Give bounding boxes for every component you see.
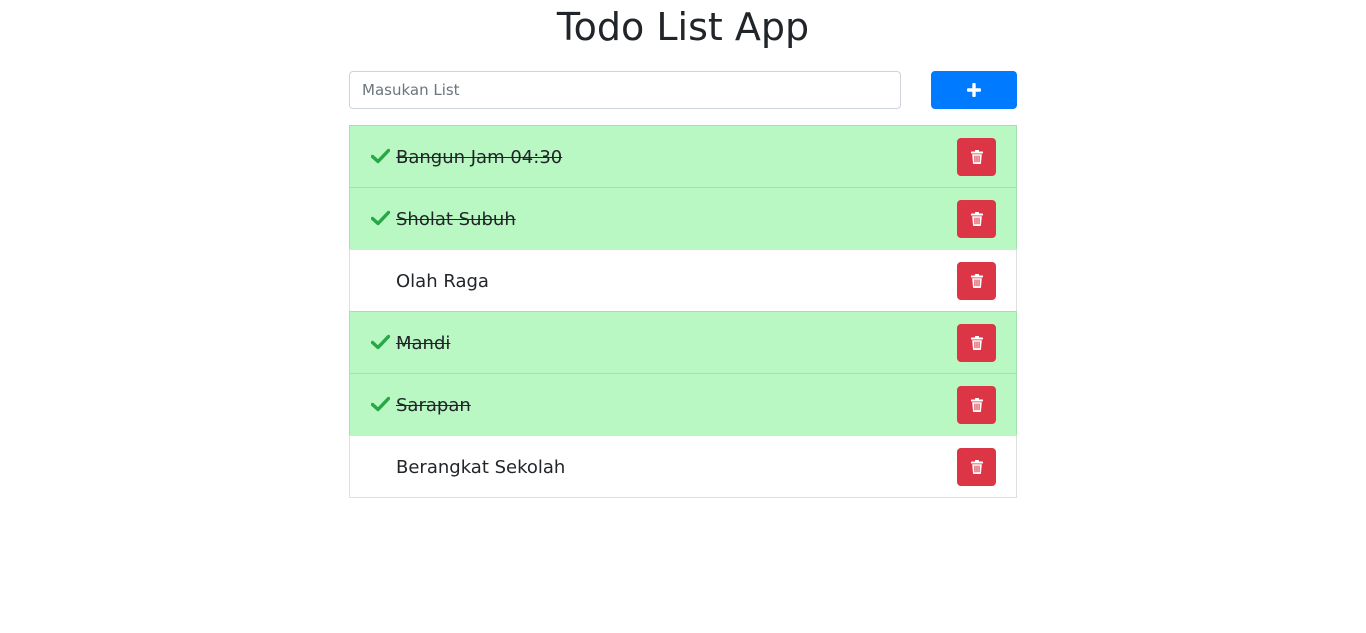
delete-button[interactable] — [957, 138, 996, 176]
check-icon — [371, 334, 390, 350]
page-title: Todo List App — [556, 5, 810, 49]
todo-text[interactable]: Mandi — [396, 312, 450, 375]
todo-text[interactable]: Sholat Subuh — [396, 188, 516, 251]
check-icon — [371, 210, 390, 226]
todo-item: Sarapan — [349, 373, 1017, 436]
todo-text[interactable]: Olah Raga — [396, 250, 489, 313]
todo-text[interactable]: Berangkat Sekolah — [396, 436, 565, 499]
trash-icon — [970, 398, 983, 412]
trash-icon — [970, 274, 983, 288]
trash-icon — [970, 336, 983, 350]
todo-item: Olah Raga — [349, 249, 1017, 312]
trash-icon — [970, 460, 983, 474]
todo-text[interactable]: Bangun Jam 04:30 — [396, 126, 562, 189]
todo-item: Berangkat Sekolah — [349, 435, 1017, 498]
todo-text[interactable]: Sarapan — [396, 374, 471, 437]
trash-icon — [970, 150, 983, 164]
todo-list: Bangun Jam 04:30 Sholat Subuh Olah Raga Man… — [349, 125, 1017, 498]
todo-item: Mandi — [349, 311, 1017, 374]
delete-button[interactable] — [957, 324, 996, 362]
todo-input[interactable] — [349, 71, 901, 109]
delete-button[interactable] — [957, 200, 996, 238]
delete-button[interactable] — [957, 448, 996, 486]
check-icon — [371, 148, 390, 164]
todo-item: Bangun Jam 04:30 — [349, 125, 1017, 188]
todo-item: Sholat Subuh — [349, 187, 1017, 250]
add-button[interactable] — [931, 71, 1017, 109]
delete-button[interactable] — [957, 262, 996, 300]
check-icon — [371, 396, 390, 412]
trash-icon — [970, 212, 983, 226]
delete-button[interactable] — [957, 386, 996, 424]
todo-form — [349, 71, 1017, 109]
plus-icon — [967, 83, 981, 97]
